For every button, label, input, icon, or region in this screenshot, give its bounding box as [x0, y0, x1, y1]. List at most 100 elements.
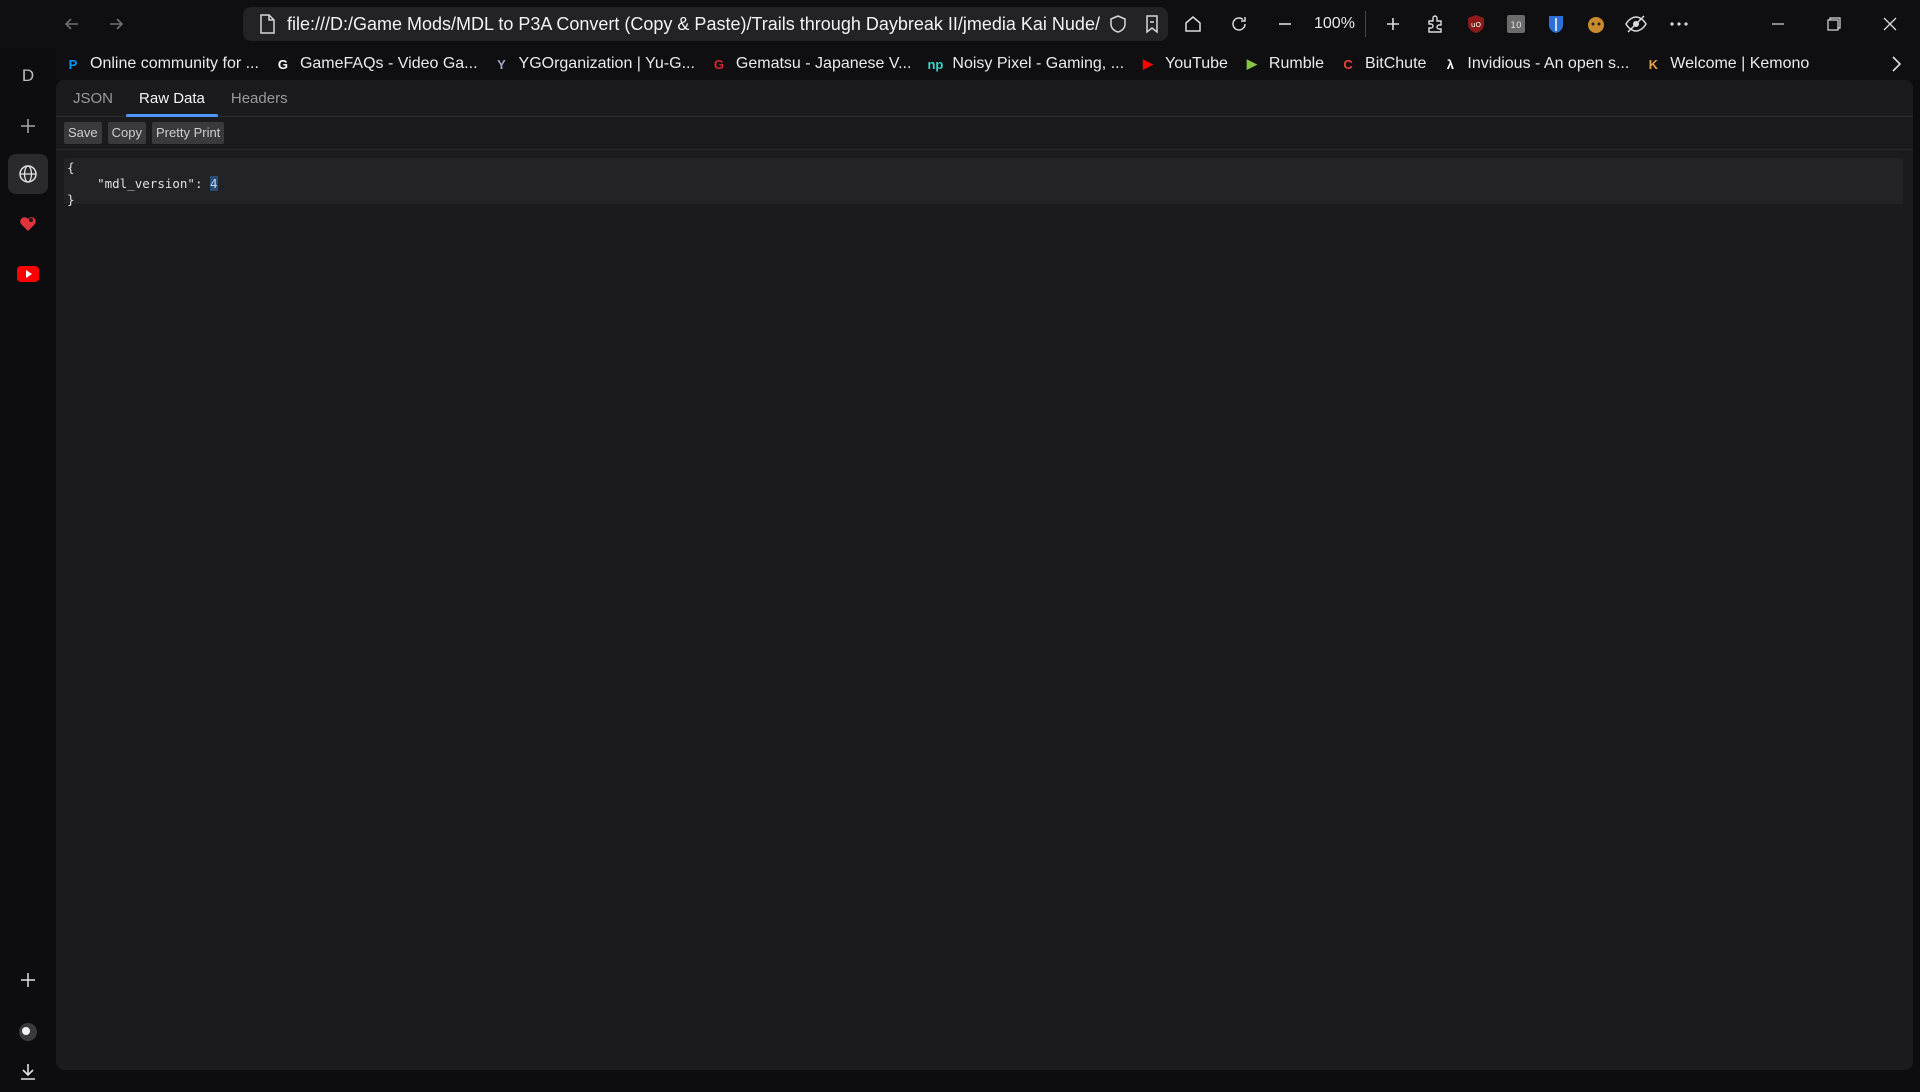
sidebar-tab-youtube[interactable]: [8, 254, 48, 294]
pixiv-icon: P: [68, 56, 78, 72]
bitchute-icon: C: [1343, 56, 1353, 72]
json-key: "mdl_version": [97, 176, 195, 191]
zoom-out-button[interactable]: [1262, 1, 1308, 47]
moon-toggle-icon: [19, 1023, 37, 1041]
plus-icon: [21, 973, 35, 987]
menu-button[interactable]: [1656, 1, 1702, 47]
back-button[interactable]: [50, 2, 94, 46]
chevron-right-icon: [1892, 56, 1902, 72]
pretty-print-button[interactable]: Pretty Print: [152, 122, 225, 144]
toolbar-separator: [1364, 11, 1366, 37]
json-open-brace: {: [67, 160, 75, 175]
heart-icon: [20, 217, 36, 231]
invidious-icon: λ: [1446, 56, 1455, 72]
download-icon: [21, 1064, 35, 1080]
tab-json[interactable]: JSON: [60, 80, 126, 116]
bookmark-item[interactable]: K Welcome | Kemono: [1636, 50, 1816, 78]
noisy-pixel-icon: np: [927, 56, 944, 72]
plus-icon: [1386, 18, 1399, 30]
bookmark-item[interactable]: ▶ Rumble: [1235, 50, 1331, 78]
bookmarks-bar: P Online community for ... G GameFAQs - Vid…: [56, 48, 1920, 80]
copy-button[interactable]: Copy: [107, 122, 146, 144]
reload-button[interactable]: [1216, 1, 1262, 47]
sidebar-add-button[interactable]: [8, 960, 48, 1000]
json-close-brace: }: [67, 192, 75, 207]
home-icon: [1185, 16, 1201, 32]
bitwarden-icon[interactable]: [1536, 4, 1576, 44]
zoom-in-button[interactable]: [1370, 1, 1416, 47]
vertical-sidebar: D: [0, 48, 56, 1080]
bookmark-item[interactable]: C BitChute: [1331, 50, 1433, 78]
ublock-origin-icon[interactable]: uO: [1456, 4, 1496, 44]
browser-toolbar: file:///D:/Game Mods/MDL to P3A Convert …: [0, 0, 1920, 48]
plus-icon: [21, 119, 35, 133]
close-button[interactable]: [1862, 0, 1918, 48]
arrow-left-icon: [64, 18, 78, 30]
sidebar-tab-heart[interactable]: [8, 204, 48, 244]
bookmark-label: GameFAQs - Video Ga...: [299, 55, 478, 72]
bookmark-item[interactable]: G Gematsu - Japanese V...: [702, 50, 919, 78]
bookmark-item[interactable]: Y YGOrganization | Yu-G...: [485, 50, 702, 78]
youtube-icon: ▶: [1143, 56, 1154, 71]
zoom-level[interactable]: 100%: [1308, 15, 1361, 33]
bookmark-add-icon[interactable]: [1136, 8, 1168, 40]
bookmark-label: Rumble: [1268, 55, 1325, 72]
bookmark-label: Invidious - An open s...: [1467, 55, 1630, 72]
bookmark-item[interactable]: λ Invidious - An open s...: [1433, 50, 1636, 78]
save-button[interactable]: Save: [64, 122, 102, 144]
tampermonkey-icon[interactable]: [1576, 4, 1616, 44]
ygorganization-icon: Y: [497, 56, 506, 72]
tab-raw-data[interactable]: Raw Data: [126, 80, 218, 117]
svg-text:10: 10: [1510, 21, 1522, 31]
bookmark-label: YouTube: [1165, 55, 1228, 72]
more-horizontal-icon: [1670, 22, 1688, 26]
forward-button[interactable]: [94, 2, 138, 46]
minimize-icon: [1772, 23, 1784, 25]
raw-json-text[interactable]: { "mdl_version": 4 }: [64, 158, 1903, 207]
shield-icon[interactable]: [1102, 8, 1134, 40]
bookmark-label: Noisy Pixel - Gaming, ...: [952, 55, 1125, 72]
kemono-icon: K: [1648, 56, 1658, 72]
viewer-actions: Save Copy Pretty Print: [56, 117, 1913, 150]
window-controls: [1750, 0, 1918, 48]
reload-icon: [1232, 17, 1246, 31]
toolbar-right: 100% uO 10: [1170, 0, 1702, 48]
bookmark-item[interactable]: G GameFAQs - Video Ga...: [266, 50, 485, 78]
arrow-right-icon: [110, 18, 124, 30]
restore-icon: [1827, 17, 1841, 31]
bookmark-label: Welcome | Kemono: [1670, 55, 1810, 72]
globe-icon: [19, 165, 37, 183]
extension-counter-icon[interactable]: 10: [1496, 4, 1536, 44]
file-page-icon[interactable]: [255, 12, 279, 36]
theme-toggle-button[interactable]: [8, 1012, 48, 1052]
bookmarks-more-button[interactable]: [1884, 52, 1908, 76]
sidebar-tab-current[interactable]: [8, 154, 48, 194]
home-button[interactable]: [1170, 1, 1216, 47]
bookmark-item[interactable]: np Noisy Pixel - Gaming, ...: [918, 50, 1131, 78]
bookmark-label: BitChute: [1365, 55, 1427, 72]
json-value-selected[interactable]: 4: [210, 176, 218, 191]
tab-headers[interactable]: Headers: [218, 80, 301, 116]
json-line: "mdl_version": 4: [97, 176, 218, 191]
profile-button[interactable]: D: [8, 56, 48, 96]
address-bar[interactable]: file:///D:/Game Mods/MDL to P3A Convert …: [243, 7, 1168, 41]
bookmark-item[interactable]: ▶ YouTube: [1131, 50, 1235, 78]
new-tab-button[interactable]: [8, 106, 48, 146]
youtube-icon: [17, 266, 39, 282]
gematsu-icon: G: [713, 56, 724, 72]
restore-button[interactable]: [1806, 0, 1862, 48]
minimize-button[interactable]: [1750, 0, 1806, 48]
puzzle-icon: [1428, 15, 1442, 33]
rumble-icon: ▶: [1246, 56, 1257, 71]
bookmark-label: YGOrganization | Yu-G...: [518, 55, 695, 72]
svg-text:uO: uO: [1471, 21, 1481, 29]
extensions-button[interactable]: [1416, 4, 1456, 44]
bookmark-label: Online community for ...: [90, 55, 259, 72]
json-viewer: JSON Raw Data Headers Save Copy Pretty P…: [56, 80, 1913, 1070]
url-text[interactable]: file:///D:/Game Mods/MDL to P3A Convert …: [287, 14, 1100, 35]
eye-extension-icon[interactable]: [1616, 4, 1656, 44]
gamefaqs-icon: G: [277, 56, 289, 72]
downloads-button[interactable]: [8, 1052, 48, 1092]
bookmark-label: Gematsu - Japanese V...: [735, 55, 912, 72]
bookmark-item[interactable]: P Online community for ...: [56, 50, 266, 78]
